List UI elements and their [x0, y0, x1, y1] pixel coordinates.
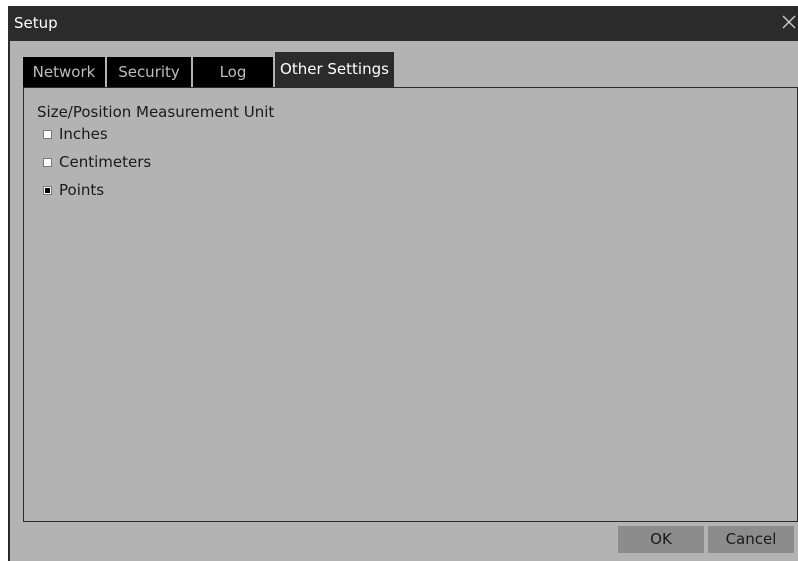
- radio-inches-indicator[interactable]: [43, 130, 52, 139]
- tab-network[interactable]: Network: [23, 57, 105, 87]
- radio-points-indicator[interactable]: [43, 186, 52, 195]
- title-bar: Setup: [10, 6, 798, 41]
- settings-panel: Size/Position Measurement Unit Inches Ce…: [23, 87, 798, 522]
- measurement-unit-heading: Size/Position Measurement Unit: [37, 103, 275, 121]
- radio-centimeters-label: Centimeters: [59, 153, 152, 171]
- window-title: Setup: [14, 14, 58, 32]
- radio-inches-label: Inches: [59, 125, 108, 143]
- tab-other-settings[interactable]: Other Settings: [275, 52, 394, 87]
- tab-log[interactable]: Log: [193, 57, 273, 87]
- tab-security[interactable]: Security: [107, 57, 191, 87]
- setup-dialog: Setup Network Security Log Other Setting…: [8, 6, 798, 561]
- close-icon[interactable]: [782, 15, 796, 29]
- radio-centimeters-indicator[interactable]: [43, 158, 52, 167]
- ok-button[interactable]: OK: [618, 526, 704, 553]
- radio-points-label: Points: [59, 181, 105, 199]
- cancel-button[interactable]: Cancel: [708, 526, 794, 553]
